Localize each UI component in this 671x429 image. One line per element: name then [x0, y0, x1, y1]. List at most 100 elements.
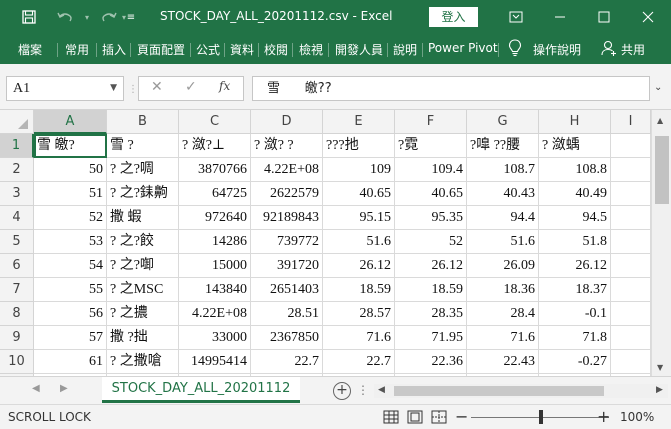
cell[interactable]: 71.6 [323, 326, 395, 350]
column-header-b[interactable]: B [107, 110, 179, 134]
cell[interactable]: ? 之撒嗆 [107, 350, 179, 374]
row-header[interactable]: 7 [0, 278, 34, 302]
maximize-icon[interactable] [582, 0, 626, 34]
cell[interactable]: 109 [323, 158, 395, 182]
column-header-a[interactable]: A [34, 110, 107, 134]
minimize-icon[interactable] [538, 0, 582, 34]
cell[interactable]: 2651403 [251, 278, 323, 302]
cell[interactable]: 391720 [251, 254, 323, 278]
worksheet-grid[interactable]: ABCDEFGHI 1雪 皦? 雪 ?? 潋?⊥? 潋? ? ???扡 ?霓 ?嘷 ?… [0, 110, 671, 398]
page-layout-view-icon[interactable] [407, 410, 423, 424]
save-icon[interactable] [14, 0, 44, 34]
cell[interactable] [611, 326, 651, 350]
column-header-c[interactable]: C [179, 110, 251, 134]
tab-data[interactable]: 資料 [230, 41, 254, 58]
sheet-tab-active[interactable]: STOCK_DAY_ALL_20201112 [102, 377, 300, 403]
cell[interactable]: ? 之MSC [107, 278, 179, 302]
share-button[interactable]: 共用 [621, 41, 645, 58]
row-header[interactable]: 8 [0, 302, 34, 326]
cell[interactable]: ? 潋蝺 [539, 134, 611, 158]
horizontal-scroll-thumb[interactable] [394, 386, 604, 396]
chevron-down-icon[interactable]: ▼ [110, 77, 117, 100]
insert-function-icon[interactable]: fx [219, 79, 230, 93]
cell[interactable]: 28.35 [395, 302, 467, 326]
cell[interactable]: ???扡 [323, 134, 395, 158]
cell[interactable]: 972640 [179, 206, 251, 230]
row-header[interactable]: 3 [0, 182, 34, 206]
zoom-slider-thumb[interactable] [539, 410, 543, 424]
cell[interactable]: ?霓 [395, 134, 467, 158]
tab-file[interactable]: 檔案 [18, 41, 42, 58]
tab-insert[interactable]: 插入 [102, 41, 126, 58]
cell[interactable]: 54 [34, 254, 107, 278]
cell[interactable]: 71.95 [395, 326, 467, 350]
cell[interactable]: 雪 皦? [34, 134, 107, 158]
cell[interactable]: 4.22E+08 [179, 302, 251, 326]
cell[interactable]: 撒 ?拙 [107, 326, 179, 350]
cell[interactable]: 57 [34, 326, 107, 350]
select-all-corner[interactable] [0, 110, 34, 134]
cell[interactable]: ? 之?啁 [107, 158, 179, 182]
close-icon[interactable] [626, 0, 670, 34]
cell[interactable]: ? 之擃 [107, 302, 179, 326]
add-sheet-icon[interactable]: + [333, 382, 351, 400]
cell[interactable] [611, 278, 651, 302]
cell[interactable]: 95.35 [395, 206, 467, 230]
cell[interactable]: ? 之?啣 [107, 254, 179, 278]
row-header[interactable]: 2 [0, 158, 34, 182]
cell[interactable]: 14995414 [179, 350, 251, 374]
cell[interactable]: 40.65 [323, 182, 395, 206]
cell[interactable]: 71.8 [539, 326, 611, 350]
tab-power-pivot[interactable]: Power Pivot [428, 41, 498, 55]
cell[interactable]: 92189843 [251, 206, 323, 230]
cell[interactable]: 55 [34, 278, 107, 302]
cell[interactable]: 22.7 [323, 350, 395, 374]
row-header[interactable]: 4 [0, 206, 34, 230]
cell[interactable]: 40.43 [467, 182, 539, 206]
zoom-in-button[interactable]: + [597, 407, 610, 426]
cell[interactable]: 18.59 [395, 278, 467, 302]
cell[interactable] [611, 254, 651, 278]
tell-me-label[interactable]: 操作說明 [533, 41, 581, 58]
row-header[interactable]: 1 [0, 134, 34, 158]
cell[interactable]: ?嘷 ??腰 [467, 134, 539, 158]
cell[interactable]: 56 [34, 302, 107, 326]
cell[interactable]: ? 之?銇齁 [107, 182, 179, 206]
cell[interactable]: ? 之?餃 [107, 230, 179, 254]
cell[interactable] [611, 158, 651, 182]
cell[interactable]: 26.12 [395, 254, 467, 278]
cell[interactable]: 2622579 [251, 182, 323, 206]
cell[interactable]: 94.4 [467, 206, 539, 230]
cell[interactable]: 22.36 [395, 350, 467, 374]
vertical-dots-icon[interactable]: ⋮ [128, 84, 138, 95]
column-header-f[interactable]: F [395, 110, 467, 134]
cell[interactable]: -0.27 [539, 350, 611, 374]
scroll-right-icon[interactable]: ▶ [656, 385, 663, 395]
share-user-icon[interactable] [601, 39, 617, 60]
cell[interactable]: 71.6 [467, 326, 539, 350]
cell[interactable]: 51.6 [467, 230, 539, 254]
scroll-left-icon[interactable]: ◀ [378, 385, 385, 395]
cancel-icon[interactable]: ✕ [151, 79, 163, 95]
cell[interactable]: 61 [34, 350, 107, 374]
zoom-out-button[interactable]: − [455, 407, 468, 426]
lightbulb-icon[interactable] [508, 39, 522, 60]
tab-formulas[interactable]: 公式 [196, 41, 220, 58]
normal-view-icon[interactable] [383, 410, 399, 424]
cell[interactable]: 22.43 [467, 350, 539, 374]
cell[interactable]: 51 [34, 182, 107, 206]
signin-button[interactable]: 登入 [429, 7, 478, 27]
cell[interactable]: 28.4 [467, 302, 539, 326]
scroll-down-icon[interactable]: ▼ [657, 363, 663, 372]
cell[interactable]: 52 [395, 230, 467, 254]
cell[interactable]: 雪 ? [107, 134, 179, 158]
cell[interactable]: 53 [34, 230, 107, 254]
cell[interactable]: 94.5 [539, 206, 611, 230]
undo-icon[interactable] [50, 0, 80, 34]
cell[interactable]: 33000 [179, 326, 251, 350]
tab-developer[interactable]: 開發人員 [335, 41, 383, 58]
cell[interactable]: 50 [34, 158, 107, 182]
cell[interactable]: 26.12 [323, 254, 395, 278]
cell[interactable]: 3870766 [179, 158, 251, 182]
formula-input[interactable]: 雪 皦?? [252, 76, 650, 101]
